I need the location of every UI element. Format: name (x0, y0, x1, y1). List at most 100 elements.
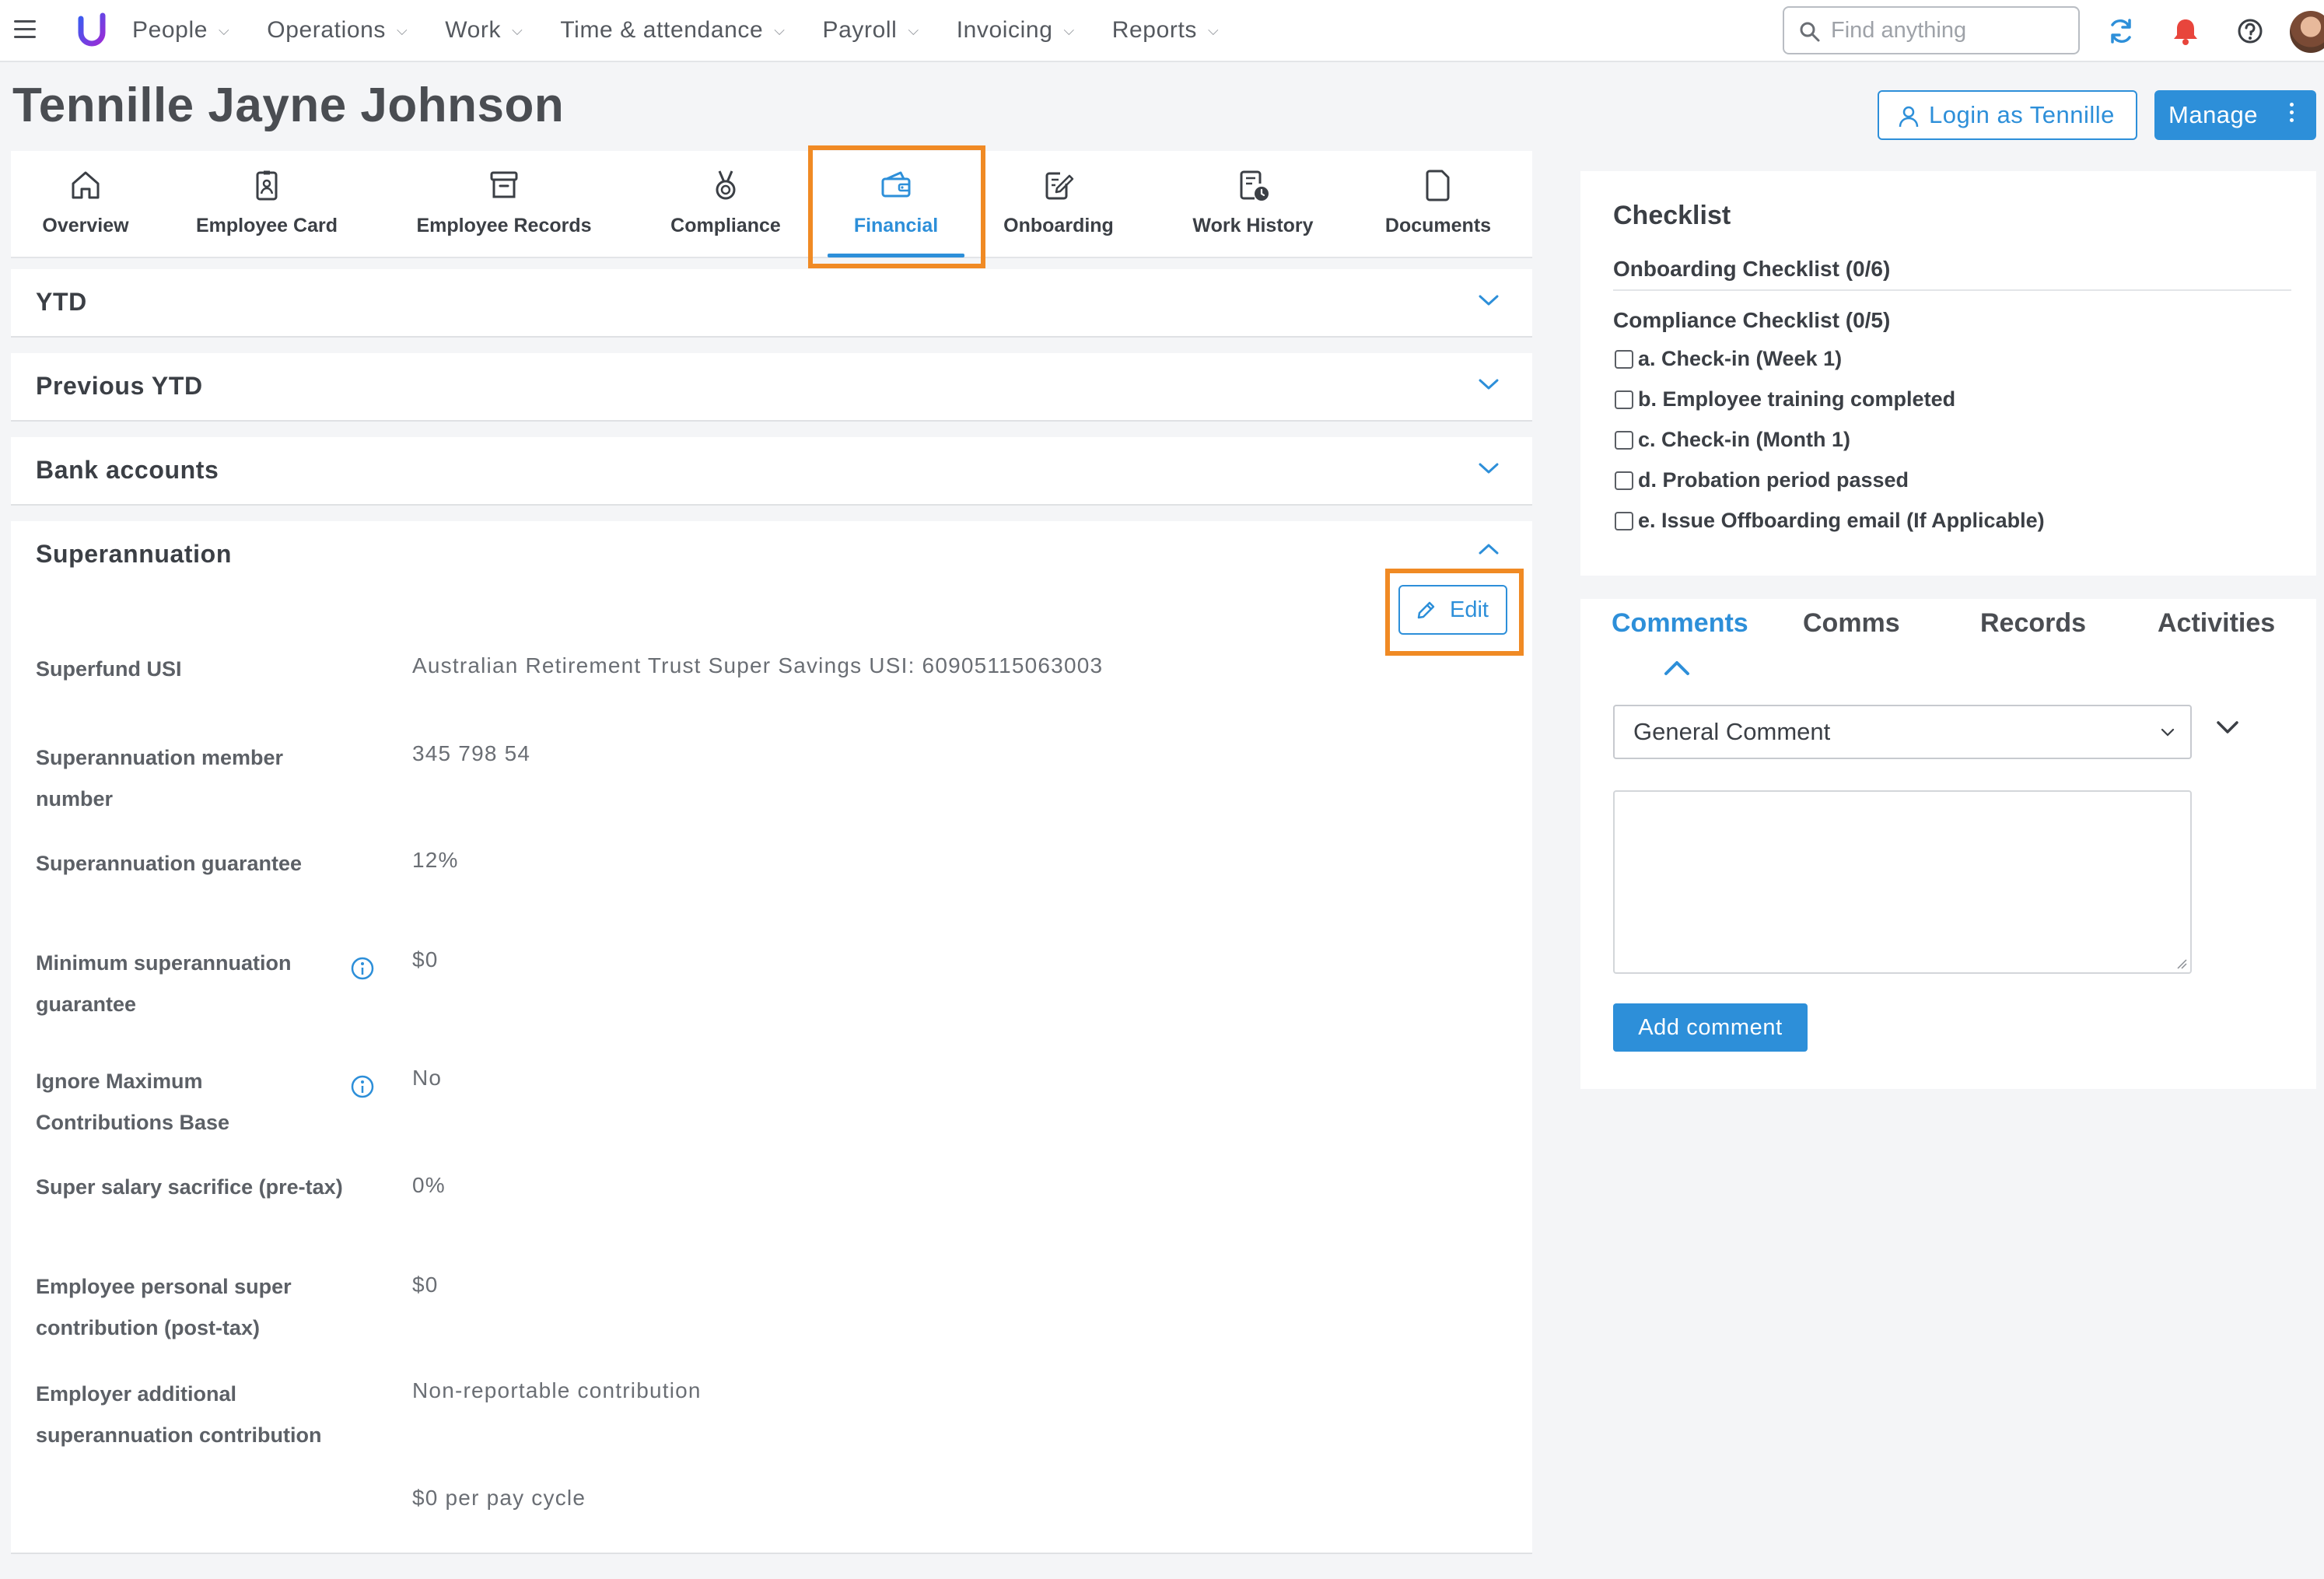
manage-button[interactable]: Manage (2154, 90, 2316, 140)
nav-time-attendance[interactable]: Time & attendance ⌵ (560, 17, 785, 44)
avatar[interactable] (2290, 11, 2324, 53)
tab-comms[interactable]: Comms (1803, 608, 1900, 639)
search-placeholder: Find anything (1831, 17, 1967, 43)
menu-icon[interactable] (14, 20, 36, 39)
nav-label: Time & attendance (560, 17, 764, 43)
chevron-down-icon: ⌵ (908, 22, 919, 38)
tab-label: Compliance (670, 215, 781, 236)
more-vertical-icon (2290, 103, 2294, 126)
checkbox[interactable] (1615, 471, 1633, 490)
panel-title: Superannuation (36, 540, 232, 568)
panel-title: YTD (36, 288, 87, 316)
tab-overview[interactable]: Overview (28, 151, 143, 258)
edit-button[interactable]: Edit (1398, 585, 1507, 635)
field-value: $0 per pay cycle (412, 1486, 586, 1510)
login-as-button[interactable]: Login as Tennille (1878, 90, 2137, 140)
field-value: 345 798 54 (412, 741, 531, 765)
checklist-item[interactable]: d. Probation period passed (1615, 468, 1909, 492)
nav-invoicing[interactable]: Invoicing ⌵ (957, 17, 1075, 44)
comments-panel: Comments Comms Records Activities Genera… (1580, 599, 2316, 1089)
nav-label: Operations (267, 17, 387, 43)
bell-icon[interactable] (2170, 16, 2201, 47)
tab-label: Onboarding (1003, 215, 1114, 236)
tab-employee-card[interactable]: Employee Card (185, 151, 348, 258)
chevron-down-icon[interactable] (2214, 717, 2242, 737)
top-navigation-bar: People ⌵ Operations ⌵ Work ⌵ Time & attenda… (0, 0, 2324, 62)
checkbox[interactable] (1615, 390, 1633, 409)
nav-label: People (132, 17, 208, 43)
chevron-down-icon[interactable] (1476, 292, 1501, 308)
archive-icon (490, 171, 518, 198)
edit-document-icon (1045, 172, 1074, 200)
search-input[interactable]: Find anything (1783, 6, 2080, 54)
tab-onboarding[interactable]: Onboarding (992, 151, 1125, 258)
history-document-icon (1240, 170, 1269, 201)
chevron-up-icon[interactable] (1476, 541, 1501, 557)
edit-label: Edit (1450, 597, 1489, 622)
checklist-item[interactable]: a. Check-in (Week 1) (1615, 347, 1842, 371)
comment-type-select[interactable]: General Comment (1613, 705, 2192, 759)
login-as-label: Login as Tennille (1929, 101, 2115, 128)
onboarding-checklist-link[interactable]: Onboarding Checklist (0/6) (1613, 257, 1890, 282)
chevron-down-icon[interactable] (1476, 460, 1501, 476)
nav-people[interactable]: People ⌵ (132, 17, 229, 44)
field-value: 0% (412, 1173, 446, 1197)
tab-label: Work History (1192, 215, 1314, 236)
nav-payroll[interactable]: Payroll ⌵ (823, 17, 919, 44)
tab-compliance[interactable]: Compliance (652, 151, 800, 258)
checklist-item-label: e. Issue Offboarding email (If Applicabl… (1638, 509, 2045, 532)
panel-title: Previous YTD (36, 372, 203, 400)
tab-activities[interactable]: Activities (2158, 608, 2275, 639)
document-icon (1426, 170, 1450, 201)
info-icon[interactable] (350, 956, 375, 981)
tab-records[interactable]: Records (1980, 608, 2086, 639)
nav-label: Payroll (822, 17, 898, 43)
field-label: Superfund USI (36, 657, 182, 681)
nav-reports[interactable]: Reports ⌵ (1112, 17, 1220, 44)
tab-work-history[interactable]: Work History (1179, 151, 1327, 258)
checklist-item[interactable]: c. Check-in (Month 1) (1615, 428, 1850, 452)
nav-label: Work (445, 17, 502, 43)
profile-tabs: Overview Employee Card Employee Records … (11, 151, 1532, 258)
nav-label: Invoicing (956, 17, 1053, 43)
field-label: Employer additional superannuation contr… (36, 1382, 322, 1447)
checkbox[interactable] (1615, 511, 1633, 530)
chevron-down-icon (2161, 728, 2175, 737)
info-icon[interactable] (350, 1074, 375, 1099)
comment-textarea[interactable] (1613, 790, 2192, 974)
tab-documents[interactable]: Documents (1380, 151, 1496, 258)
checklist-item-label: c. Check-in (Month 1) (1638, 428, 1851, 451)
chevron-up-icon[interactable] (1661, 658, 1692, 678)
nav-operations[interactable]: Operations ⌵ (267, 17, 408, 44)
checkbox[interactable] (1615, 430, 1633, 450)
nav-work[interactable]: Work ⌵ (445, 17, 523, 44)
field-value: No (412, 1066, 443, 1090)
field-value: $0 (412, 947, 439, 972)
select-value: General Comment (1633, 718, 1831, 745)
tab-employee-records[interactable]: Employee Records (400, 151, 608, 258)
checklist-item[interactable]: b. Employee training completed (1615, 387, 1955, 411)
logo[interactable] (76, 12, 107, 48)
add-comment-button[interactable]: Add comment (1613, 1003, 1808, 1052)
help-icon[interactable] (2235, 16, 2266, 47)
resize-grip-icon[interactable] (2175, 957, 2187, 969)
ytd-panel[interactable]: YTD (11, 269, 1532, 338)
id-badge-icon (256, 170, 278, 201)
previous-ytd-panel[interactable]: Previous YTD (11, 353, 1532, 422)
page-title: Tennille Jayne Johnson (12, 79, 565, 132)
user-icon (1899, 106, 1919, 128)
checkbox[interactable] (1615, 349, 1633, 369)
home-icon (72, 171, 100, 199)
field-label: Minimum superannuation guarantee (36, 951, 292, 1016)
chevron-down-icon[interactable] (1476, 376, 1501, 392)
checklist-item[interactable]: e. Issue Offboarding email (If Applicabl… (1615, 509, 2045, 533)
field-label: Employee personal super contribution (po… (36, 1275, 292, 1339)
bank-accounts-panel[interactable]: Bank accounts (11, 437, 1532, 506)
highlight-box (808, 145, 985, 268)
tab-comments[interactable]: Comments (1612, 608, 1748, 639)
chevron-down-icon: ⌵ (512, 22, 523, 38)
checklist-panel: Checklist Onboarding Checklist (0/6) Com… (1580, 171, 2316, 576)
sync-icon[interactable] (2105, 16, 2137, 47)
medal-icon (716, 170, 736, 200)
search-icon (1800, 22, 1820, 42)
